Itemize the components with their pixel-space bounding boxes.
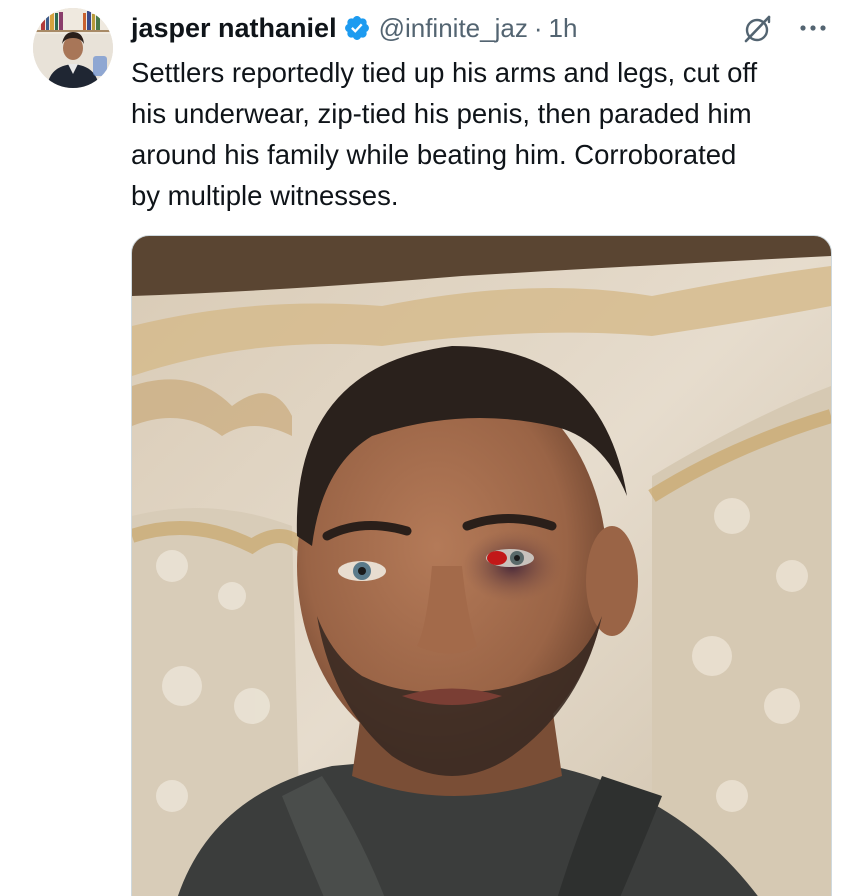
- timestamp[interactable]: 1h: [549, 13, 578, 44]
- tweet-photo[interactable]: [131, 235, 832, 896]
- photo-image: [132, 236, 831, 896]
- user-handle[interactable]: @infinite_jaz: [379, 13, 528, 44]
- tweet-text: Settlers reportedly tied up his arms and…: [131, 57, 758, 211]
- grok-icon[interactable]: [740, 12, 774, 46]
- avatar[interactable]: [33, 8, 113, 88]
- more-icon[interactable]: [795, 14, 831, 42]
- tweet: jasper nathaniel @infinite_jaz · 1h Sett…: [0, 0, 859, 896]
- verified-badge-icon: [343, 14, 371, 42]
- display-name[interactable]: jasper nathaniel: [131, 13, 337, 44]
- avatar-image: [33, 8, 113, 88]
- separator-dot: ·: [533, 12, 543, 43]
- tweet-header: jasper nathaniel @infinite_jaz · 1h: [131, 10, 577, 46]
